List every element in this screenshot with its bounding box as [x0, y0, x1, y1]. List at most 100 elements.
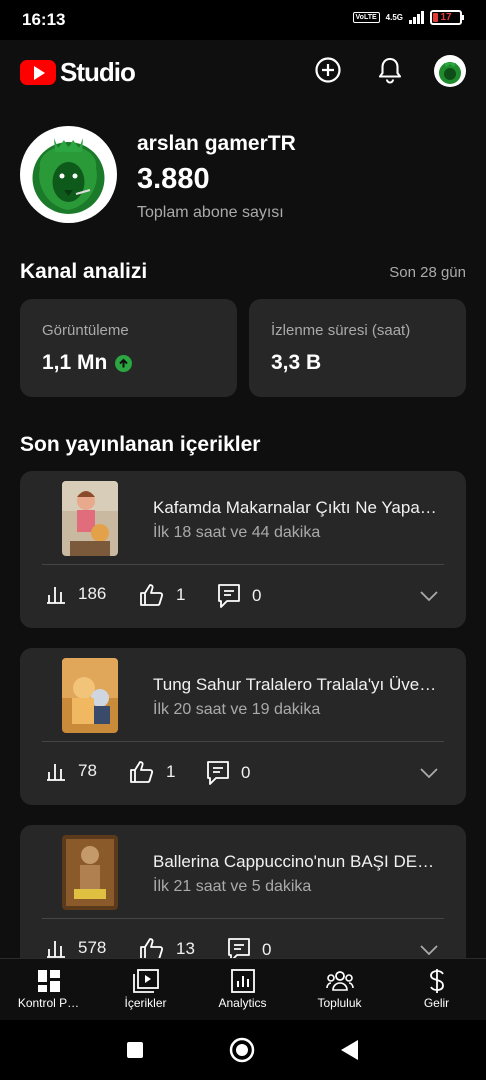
views-count: 186	[78, 584, 107, 603]
comments-count: 0	[252, 586, 262, 605]
divider	[42, 918, 444, 919]
nav-dashboard[interactable]: Kontrol P…	[0, 959, 97, 1021]
comments-metric: 0	[218, 584, 261, 608]
divider	[42, 741, 444, 742]
nav-label: Gelir	[423, 996, 450, 1010]
watch-time-value-row: 3,3 B	[271, 351, 321, 375]
comment-icon	[218, 584, 240, 608]
youtube-studio-logo[interactable]: Studio	[20, 57, 136, 88]
watch-time-label: İzlenme süresi (saat)	[271, 322, 411, 339]
nav-analytics[interactable]: Analytics	[194, 959, 291, 1021]
comments-metric: 0	[207, 761, 250, 785]
lion-logo-icon	[32, 138, 105, 214]
views-metric: 186	[46, 584, 106, 604]
likes-metric: 13	[140, 938, 195, 960]
content-card[interactable]: Kafamda Makarnalar Çıktı Ne Yapa… İlk 18…	[20, 471, 466, 628]
bottom-nav: Kontrol P… İçerikler Analytics Topluluk …	[0, 958, 486, 1020]
nav-content[interactable]: İçerikler	[97, 959, 194, 1021]
notifications-button[interactable]	[374, 54, 406, 86]
views-metric: 578	[46, 938, 106, 958]
subscriber-count: 3.880	[137, 163, 210, 195]
square-icon	[127, 1042, 143, 1058]
video-title: Tung Sahur Tralalero Tralala'yı Üvey …	[153, 675, 443, 694]
expand-button[interactable]	[420, 589, 438, 607]
video-thumbnail[interactable]	[62, 481, 118, 556]
likes-count: 1	[166, 762, 176, 781]
views-label: Görüntüleme	[42, 322, 129, 339]
signal-icon	[409, 11, 424, 24]
comment-icon	[207, 761, 229, 785]
app-header: Studio	[0, 40, 486, 104]
chevron-down-icon	[420, 945, 438, 956]
views-count: 578	[78, 938, 107, 957]
recent-content-title: Son yayınlanan içerikler	[20, 433, 261, 456]
video-title: Kafamda Makarnalar Çıktı Ne Yapa…	[153, 498, 437, 517]
account-avatar[interactable]	[434, 55, 466, 87]
likes-metric: 1	[130, 761, 175, 783]
home-button[interactable]	[227, 1035, 257, 1065]
nav-earn[interactable]: Gelir	[388, 959, 485, 1021]
dollar-icon	[428, 968, 446, 994]
analytics-icon	[230, 968, 255, 994]
views-value-row: 1,1 Mn	[42, 351, 133, 375]
back-triangle-icon	[341, 1040, 358, 1060]
plus-circle-icon	[315, 57, 341, 83]
video-period: İlk 20 saat ve 19 dakika	[153, 701, 321, 718]
bar-chart-icon	[47, 764, 65, 781]
analytics-title: Kanal analizi	[20, 260, 148, 283]
nav-community[interactable]: Topluluk	[291, 959, 388, 1021]
youtube-play-icon	[20, 60, 56, 85]
likes-count: 13	[176, 939, 195, 958]
create-button[interactable]	[312, 54, 344, 86]
lion-logo-icon	[439, 62, 461, 84]
likes-metric: 1	[140, 584, 185, 606]
thumbs-up-icon	[140, 938, 164, 960]
views-metric: 78	[46, 761, 97, 781]
watch-time-value: 3,3 B	[271, 351, 322, 374]
expand-button[interactable]	[420, 766, 438, 784]
video-thumbnail[interactable]	[62, 835, 118, 910]
nav-label: Analytics	[218, 996, 267, 1010]
views-count: 78	[78, 761, 97, 780]
bar-chart-icon	[47, 941, 65, 958]
video-period: İlk 18 saat ve 44 dakika	[153, 524, 321, 541]
battery-level: 17	[440, 12, 452, 23]
nav-label: Topluluk	[317, 996, 362, 1010]
watch-time-card[interactable]: İzlenme süresi (saat) 3,3 B	[249, 299, 466, 397]
comments-count: 0	[241, 763, 251, 782]
recents-button[interactable]	[120, 1035, 150, 1065]
bell-icon	[378, 57, 402, 84]
back-button[interactable]	[334, 1035, 364, 1065]
nav-label: İçerikler	[124, 996, 167, 1010]
community-icon	[325, 968, 354, 994]
home-circle-icon	[229, 1037, 255, 1063]
dashboard-icon	[37, 968, 61, 994]
video-thumbnail[interactable]	[62, 658, 118, 733]
chevron-down-icon	[420, 591, 438, 602]
system-nav-bar	[0, 1020, 486, 1080]
nav-label: Kontrol P…	[17, 996, 80, 1010]
status-time: 16:13	[22, 10, 66, 29]
content-card[interactable]: Tung Sahur Tralalero Tralala'yı Üvey … İ…	[20, 648, 466, 805]
logo-text: Studio	[60, 57, 136, 87]
trend-up-icon	[115, 354, 133, 372]
video-title: Ballerina Cappuccino'nun BAŞI DER…	[153, 852, 443, 871]
video-period: İlk 21 saat ve 5 dakika	[153, 878, 312, 895]
views-value: 1,1 Mn	[42, 351, 108, 374]
status-icons: VoLTE 4.5G 17	[352, 10, 464, 25]
thumbs-up-icon	[130, 761, 154, 783]
subscriber-label: Toplam abone sayısı	[137, 204, 284, 221]
likes-count: 1	[176, 585, 186, 604]
network-type: 4.5G	[385, 13, 403, 22]
battery-icon: 17	[430, 10, 464, 25]
views-card[interactable]: Görüntüleme 1,1 Mn	[20, 299, 237, 397]
comments-count: 0	[262, 940, 272, 959]
divider	[42, 564, 444, 565]
volte-icon: VoLTE	[352, 12, 380, 23]
channel-name: arslan gamerTR	[137, 132, 296, 155]
thumbs-up-icon	[140, 584, 164, 606]
bar-chart-icon	[47, 587, 65, 604]
analytics-period[interactable]: Son 28 gün	[389, 264, 466, 281]
content-icon	[132, 968, 159, 994]
channel-avatar[interactable]	[20, 126, 117, 223]
